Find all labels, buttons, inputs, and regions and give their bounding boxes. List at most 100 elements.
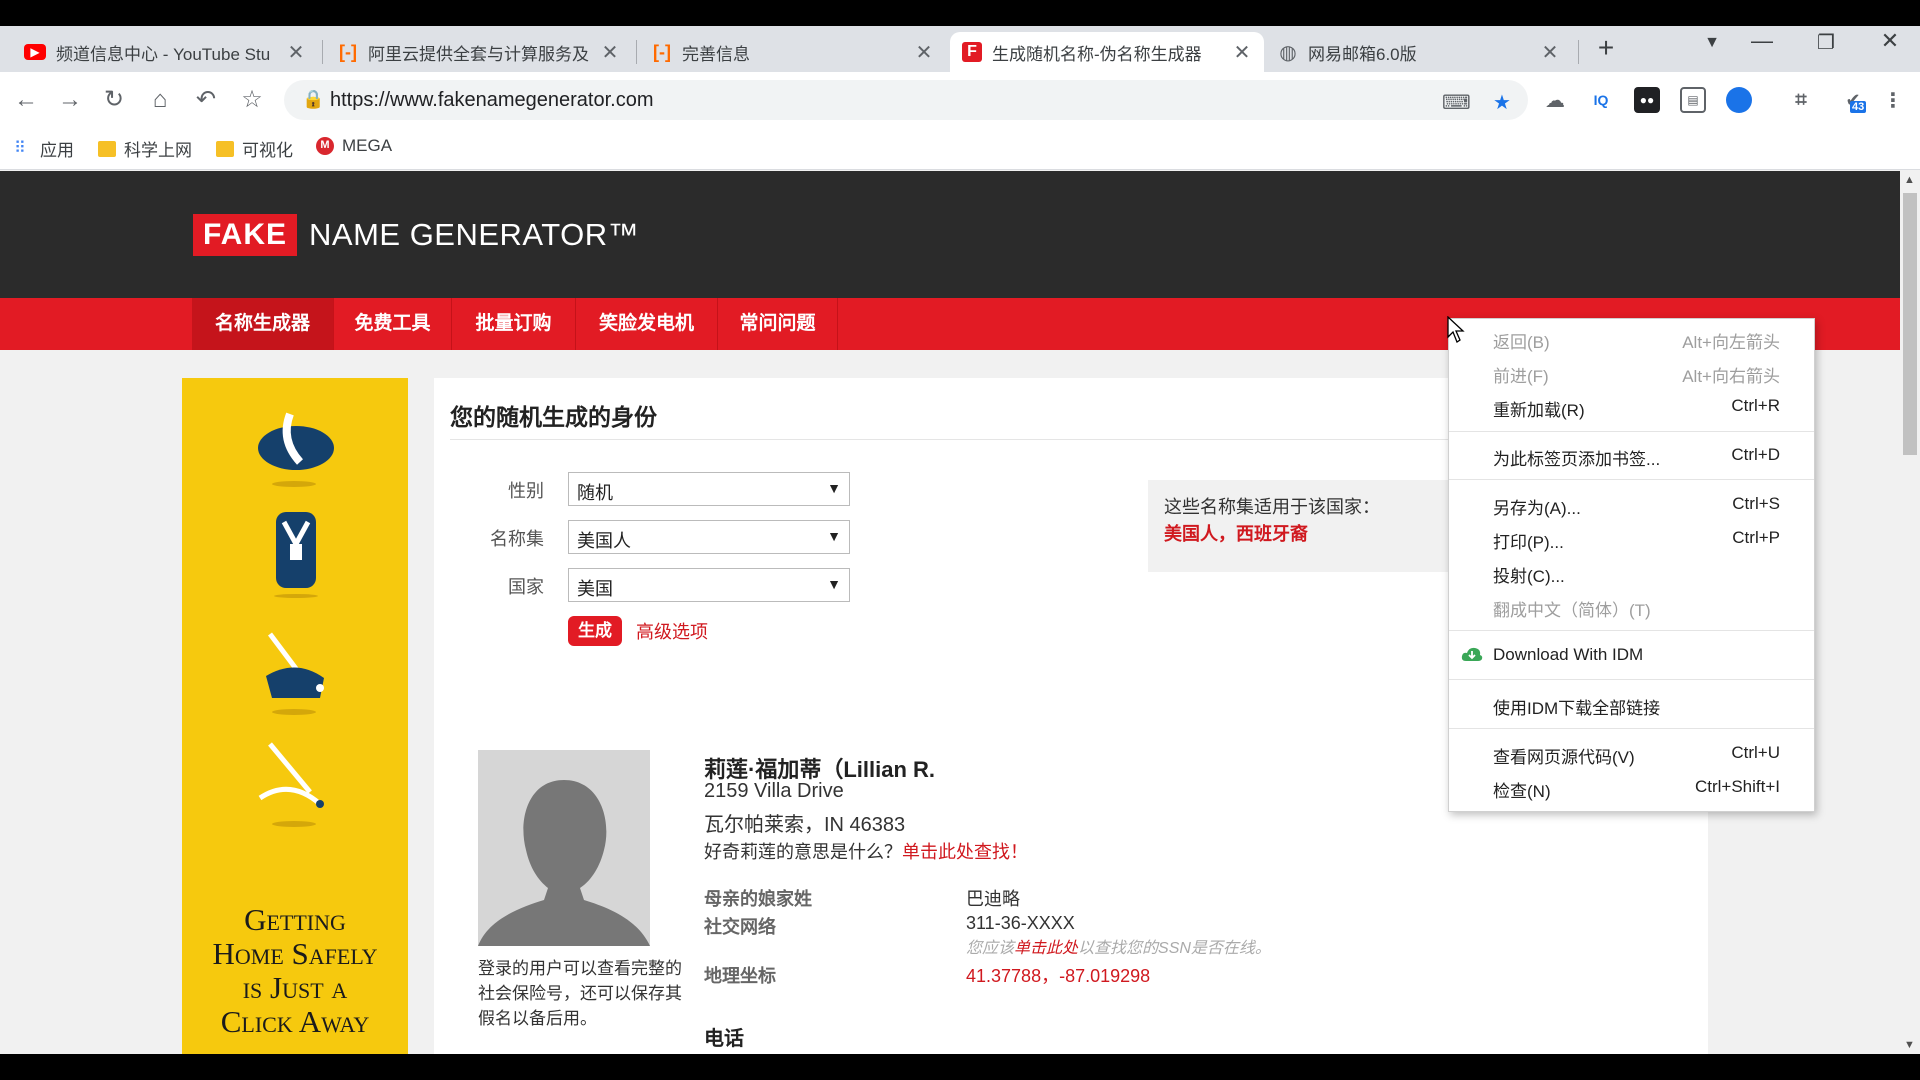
ctx-label: 为此标签页添加书签... xyxy=(1493,450,1661,469)
ctx-shortcut: Alt+向左箭头 xyxy=(1682,333,1780,352)
ctx-shortcut: Ctrl+R xyxy=(1731,396,1780,415)
ssn-hint-text: 以查找您的SSN是否在线。 xyxy=(1078,940,1271,957)
ctx-save-as[interactable]: 另存为(A)... Ctrl+S xyxy=(1449,487,1814,521)
ctx-label: 查看网页源代码(V) xyxy=(1493,748,1635,767)
scroll-down-icon[interactable]: ▼ xyxy=(1904,1039,1915,1051)
translate-icon[interactable]: ⌨ xyxy=(1442,90,1471,115)
ad-banner[interactable]: Getting Home Safely is Just a Click Away xyxy=(182,378,408,1054)
ctx-download-idm[interactable]: Download With IDM xyxy=(1449,638,1814,672)
silhouette-icon xyxy=(478,750,650,946)
scroll-thumb[interactable] xyxy=(1903,193,1917,455)
tab-aliyun[interactable]: [-] 阿里云提供全套与计算服务及 ✕ xyxy=(326,32,632,72)
crop-icon[interactable]: ⌗ xyxy=(1788,87,1814,113)
book-extension-icon[interactable]: ▤ xyxy=(1680,87,1706,113)
nav-faq[interactable]: 常问问题 xyxy=(718,298,838,350)
screen: ▶ 频道信息中心 - YouTube Stu ✕ [-] 阿里云提供全套与计算服… xyxy=(0,0,1920,1080)
ctx-view-source[interactable]: 查看网页源代码(V) Ctrl+U xyxy=(1449,736,1814,770)
tab-divider xyxy=(1578,40,1579,64)
ctx-label: 重新加载(R) xyxy=(1493,401,1585,420)
close-icon[interactable]: ✕ xyxy=(1540,40,1560,65)
ctx-reload[interactable]: 重新加载(R) Ctrl+R xyxy=(1449,389,1814,423)
bookmark-apps[interactable]: ⠿ 应用 xyxy=(14,136,74,161)
geo-value-link[interactable]: 41.37788，-87.019298 xyxy=(966,962,1150,988)
ssn-label: 社交网络 xyxy=(704,917,776,937)
maiden-name-label: 母亲的娘家姓 xyxy=(704,889,812,909)
ctx-bookmark[interactable]: 为此标签页添加书签... Ctrl+D xyxy=(1449,438,1814,472)
nav-smiley-generator[interactable]: 笑脸发电机 xyxy=(576,298,718,350)
youtube-icon: ▶ xyxy=(24,44,46,60)
close-icon[interactable]: ✕ xyxy=(286,40,306,65)
extension-badge: 43 xyxy=(1850,101,1867,113)
blue-circle-extension-icon[interactable] xyxy=(1726,87,1752,113)
tab-fakename-active[interactable]: F 生成随机名称-伪名称生成器 ✕ xyxy=(950,32,1264,72)
tab-title: 阿里云提供全套与计算服务及 xyxy=(368,44,589,64)
ad-text-line: is Just a xyxy=(242,970,348,1005)
ctx-inspect[interactable]: 检查(N) Ctrl+Shift+I xyxy=(1449,770,1814,804)
site-header: FAKE NAME GENERATOR™ xyxy=(0,171,1900,298)
ctx-label: Download With IDM xyxy=(1493,645,1644,664)
restore-icon[interactable]: ❐ xyxy=(1806,30,1846,55)
iq-extension-icon[interactable]: IQ xyxy=(1588,87,1614,113)
ad-text-line: Click Away xyxy=(220,1004,370,1039)
page-scrollbar[interactable]: ▲ ▼ xyxy=(1900,171,1920,1054)
ctx-translate[interactable]: 翻成中文（简体）(T) xyxy=(1449,589,1814,623)
ctx-idm-all-links[interactable]: 使用IDM下载全部链接 xyxy=(1449,687,1814,721)
forward-icon[interactable]: → xyxy=(54,84,86,116)
ctx-print[interactable]: 打印(P)... Ctrl+P xyxy=(1449,521,1814,555)
advanced-options-link[interactable]: 高级选项 xyxy=(636,618,708,644)
nav-name-generator[interactable]: 名称生成器 xyxy=(192,298,334,350)
new-tab-button[interactable]: + xyxy=(1586,32,1626,64)
back-icon[interactable]: ← xyxy=(10,84,42,116)
close-icon[interactable]: ✕ xyxy=(1232,40,1252,65)
tab-netease-mail[interactable]: ◍ 网易邮箱6.0版 ✕ xyxy=(1266,32,1572,72)
bookmark-mega[interactable]: M MEGA xyxy=(316,136,392,156)
nav-bulk-order[interactable]: 批量订购 xyxy=(452,298,576,350)
close-icon[interactable]: ✕ xyxy=(600,40,620,65)
ctx-separator xyxy=(1449,479,1814,480)
ctx-back[interactable]: 返回(B) Alt+向左箭头 xyxy=(1449,321,1814,355)
seatbelt-icon xyxy=(258,742,324,827)
gender-select[interactable]: 随机 ▼ xyxy=(568,472,850,506)
reload-icon[interactable]: ↻ xyxy=(98,84,130,116)
ctx-cast[interactable]: 投射(C)... xyxy=(1449,555,1814,589)
ctx-forward[interactable]: 前进(F) Alt+向右箭头 xyxy=(1449,355,1814,389)
site-logo[interactable]: FAKE NAME GENERATOR™ xyxy=(193,214,639,256)
gender-value: 随机 xyxy=(577,483,613,503)
scroll-up-icon[interactable]: ▲ xyxy=(1904,174,1915,186)
dropdown-arrow-icon: ▼ xyxy=(827,576,841,592)
close-icon[interactable]: ✕ xyxy=(914,40,934,65)
nav-free-tools[interactable]: 免费工具 xyxy=(334,298,452,350)
tab-search-dropdown-icon[interactable]: ▼ xyxy=(1692,34,1732,52)
close-window-icon[interactable]: ✕ xyxy=(1870,28,1910,54)
ctx-label: 前进(F) xyxy=(1493,367,1549,386)
nameset-select[interactable]: 美国人 ▼ xyxy=(568,520,850,554)
tab-strip: ▶ 频道信息中心 - YouTube Stu ✕ [-] 阿里云提供全套与计算服… xyxy=(0,26,1920,72)
address-bar[interactable]: 🔒 https://www.fakenamegenerator.com ⌨ ★ xyxy=(284,80,1528,120)
bookmark-star-icon[interactable]: ★ xyxy=(1490,90,1514,115)
bookmark-folder-visual[interactable]: 可视化 xyxy=(216,136,293,161)
ghost-extension-icon[interactable]: ●● xyxy=(1634,87,1660,113)
dropdown-arrow-icon: ▼ xyxy=(827,480,841,496)
tab-title: 网易邮箱6.0版 xyxy=(1308,44,1417,64)
ssn-hint: 您应该单击此处以查找您的SSN是否在线。 xyxy=(966,934,1271,958)
undo-icon[interactable]: ↶ xyxy=(190,84,222,116)
menu-kebab-icon[interactable]: ⋮ xyxy=(1880,87,1906,113)
tab-complete-info[interactable]: [-] 完善信息 ✕ xyxy=(640,32,946,72)
car-seat-icon xyxy=(258,412,334,487)
name-meaning-link[interactable]: 单击此处查找！ xyxy=(902,842,1028,862)
generate-button[interactable]: 生成 xyxy=(568,616,622,646)
ctx-separator xyxy=(1449,431,1814,432)
bookmark-folder-science[interactable]: 科学上网 xyxy=(98,136,192,161)
cloud-extension-icon[interactable]: ☁ xyxy=(1542,87,1568,113)
star-outline-icon[interactable]: ☆ xyxy=(236,84,268,116)
country-select[interactable]: 美国 ▼ xyxy=(568,568,850,602)
url-text[interactable]: https://www.fakenamegenerator.com xyxy=(330,89,654,112)
tab-divider xyxy=(636,40,637,64)
tab-youtube[interactable]: ▶ 频道信息中心 - YouTube Stu ✕ xyxy=(12,32,318,72)
fakename-icon: F xyxy=(962,42,982,62)
ssn-hint-link[interactable]: 单击此处 xyxy=(1014,940,1078,957)
idm-cloud-icon xyxy=(1461,647,1483,661)
minimize-icon[interactable]: — xyxy=(1742,28,1782,54)
home-icon[interactable]: ⌂ xyxy=(144,84,176,116)
idm-extension-icon[interactable]: ✔ 43 xyxy=(1838,87,1868,113)
